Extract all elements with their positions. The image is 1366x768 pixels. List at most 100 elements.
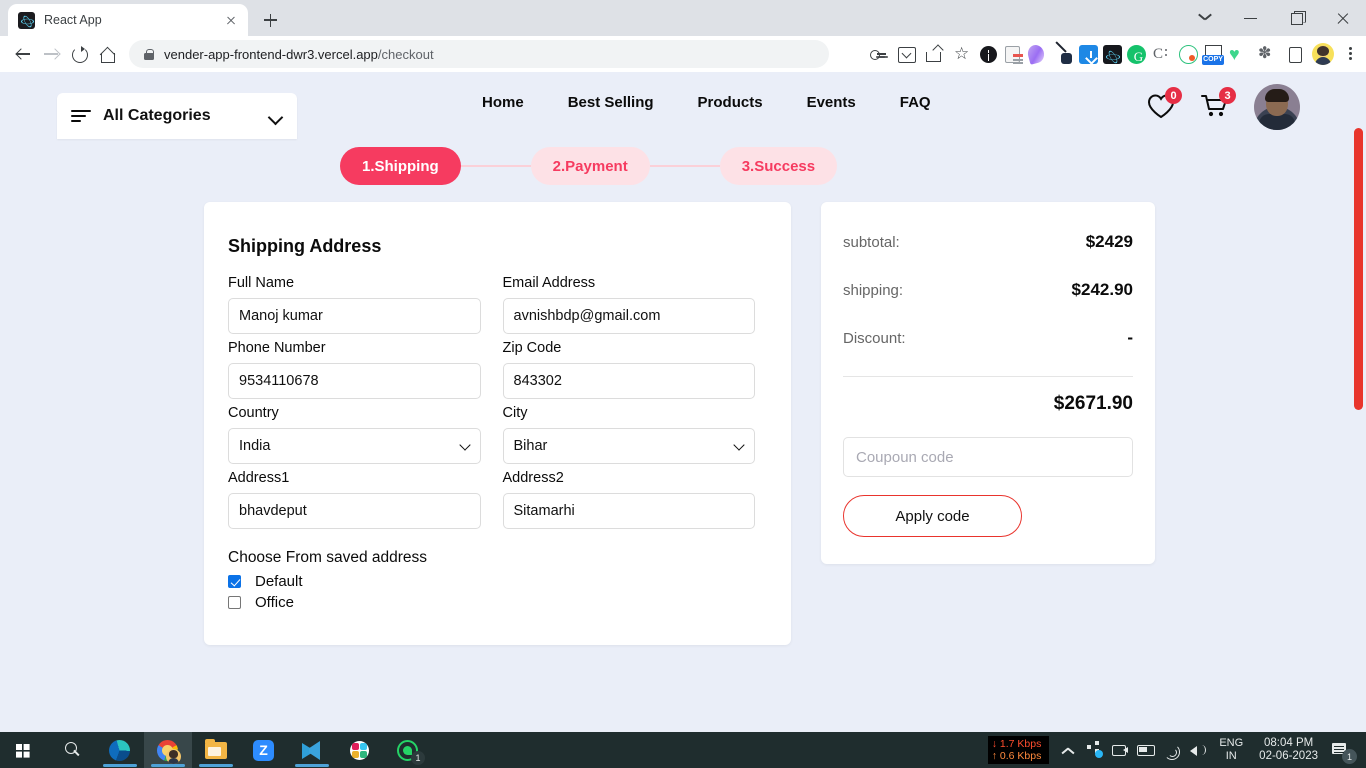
label-city: City xyxy=(502,405,528,421)
bitwarden-icon[interactable] xyxy=(979,45,997,63)
label-email: Email Address xyxy=(502,275,596,291)
grammarly-icon[interactable] xyxy=(1126,44,1151,69)
address2-input[interactable] xyxy=(502,493,755,529)
country-select-wrapper: India xyxy=(228,428,481,464)
chrome-profile-avatar[interactable] xyxy=(1312,43,1334,65)
address1-input[interactable] xyxy=(228,493,481,529)
step-success[interactable]: 3.Success xyxy=(719,147,838,185)
address-bar[interactable]: vender-app-frontend-dwr3.vercel.app/chec… xyxy=(129,40,829,68)
wishlist-button[interactable]: 0 xyxy=(1146,87,1182,122)
volume-icon[interactable] xyxy=(1185,732,1211,768)
windows-taskbar: 1 ↓ 1.7 Kbps ↑ 0.6 Kbps ENG IN 08:04 PM … xyxy=(0,732,1366,768)
clock[interactable]: 08:04 PM 02-06-2023 xyxy=(1251,737,1326,763)
full-name-input[interactable] xyxy=(228,298,481,334)
page-scrollbar-thumb[interactable] xyxy=(1354,128,1363,410)
clipboard-icon[interactable] xyxy=(1150,42,1174,66)
cart-button[interactable]: 3 xyxy=(1200,87,1236,122)
phone-input[interactable] xyxy=(228,363,481,399)
clock-date: 02-06-2023 xyxy=(1259,750,1318,762)
summary-divider xyxy=(843,376,1133,377)
web-page: All Categories Home Best Selling Product… xyxy=(0,72,1366,732)
page-scrollbar[interactable] xyxy=(1350,72,1366,732)
share-icon[interactable] xyxy=(920,40,948,68)
saved-address-item-default[interactable]: Default xyxy=(228,573,759,590)
browser-tab[interactable]: React App xyxy=(8,4,248,36)
target-icon[interactable] xyxy=(1178,44,1198,64)
user-avatar[interactable] xyxy=(1254,84,1300,130)
language-indicator[interactable]: ENG IN xyxy=(1211,737,1251,763)
nav-item-faq[interactable]: FAQ xyxy=(878,94,953,111)
city-select[interactable]: Bihar xyxy=(502,428,755,464)
system-tray: ↓ 1.7 Kbps ↑ 0.6 Kbps ENG IN 08:04 PM 02… xyxy=(987,732,1366,768)
notification-badge: 1 xyxy=(1342,749,1357,764)
step-shipping[interactable]: 1.Shipping xyxy=(340,147,461,185)
download-icon[interactable] xyxy=(1078,44,1098,64)
key-icon[interactable] xyxy=(864,40,892,68)
start-icon[interactable] xyxy=(0,732,48,768)
camera-icon[interactable] xyxy=(1107,732,1133,768)
nav-item-events[interactable]: Events xyxy=(785,94,878,111)
copy-icon[interactable] xyxy=(1201,43,1224,65)
file-explorer-taskbar-icon[interactable] xyxy=(192,732,240,768)
heart-green-icon[interactable] xyxy=(1226,42,1250,66)
vscode-taskbar-icon[interactable] xyxy=(288,732,336,768)
url-text: vender-app-frontend-dwr3.vercel.app/chec… xyxy=(164,47,434,62)
reload-icon[interactable] xyxy=(65,40,93,68)
coupon-input[interactable] xyxy=(843,437,1133,477)
country-select[interactable]: India xyxy=(228,428,481,464)
close-window-button[interactable] xyxy=(1320,0,1366,36)
slack-taskbar-icon[interactable] xyxy=(336,732,384,768)
notes-icon[interactable] xyxy=(1004,45,1023,63)
close-tab-icon[interactable] xyxy=(222,11,240,29)
minimize-button[interactable] xyxy=(1228,0,1274,36)
install-icon[interactable] xyxy=(892,40,920,68)
apply-code-button[interactable]: Apply code xyxy=(843,495,1022,537)
step-payment[interactable]: 2.Payment xyxy=(530,147,650,185)
network-speed-widget[interactable]: ↓ 1.7 Kbps ↑ 0.6 Kbps xyxy=(987,736,1050,764)
zip-input[interactable] xyxy=(502,363,755,399)
field-city: City Bihar xyxy=(499,405,760,464)
shipping-address-title: Shipping Address xyxy=(228,236,382,256)
chrome-menu-icon[interactable] xyxy=(1338,40,1362,68)
purple-blob-icon[interactable] xyxy=(1025,43,1047,65)
all-categories-dropdown[interactable]: All Categories xyxy=(57,93,297,139)
site-header: All Categories Home Best Selling Product… xyxy=(0,72,1366,139)
wifi-icon[interactable] xyxy=(1159,732,1185,768)
default-address-checkbox[interactable] xyxy=(228,575,241,588)
network-share-icon[interactable] xyxy=(1081,732,1107,768)
nav-item-home[interactable]: Home xyxy=(460,94,546,111)
back-icon[interactable] xyxy=(9,40,37,68)
nav-item-best-selling[interactable]: Best Selling xyxy=(546,94,676,111)
new-tab-button[interactable] xyxy=(256,7,284,33)
edge-taskbar-icon[interactable] xyxy=(96,732,144,768)
label-address2: Address2 xyxy=(502,470,564,486)
react-devtools-icon[interactable] xyxy=(1102,44,1122,64)
search-icon[interactable] xyxy=(48,732,96,768)
screen: React App vender-app-frontend-dwr3.verce… xyxy=(0,0,1366,768)
whatsapp-taskbar-icon[interactable]: 1 xyxy=(384,732,432,768)
puzzle-icon[interactable] xyxy=(1254,42,1278,66)
office-address-checkbox[interactable] xyxy=(228,596,241,609)
zoom-taskbar-icon[interactable] xyxy=(240,732,288,768)
maximize-button[interactable] xyxy=(1274,0,1320,36)
form-row: Address1 Address2 xyxy=(224,470,759,529)
shipping-label: shipping: xyxy=(843,282,904,299)
home-icon[interactable] xyxy=(93,40,121,68)
bookmark-star-icon[interactable] xyxy=(948,40,976,68)
chrome-taskbar-icon[interactable] xyxy=(144,732,192,768)
saved-address-item-office[interactable]: Office xyxy=(228,594,759,611)
tab-search-chevron-icon[interactable] xyxy=(1182,0,1228,36)
summary-row-discount: Discount: - xyxy=(843,328,1133,348)
forward-icon xyxy=(37,40,65,68)
side-panel-icon[interactable] xyxy=(1282,42,1306,66)
show-hidden-icons-chevron[interactable] xyxy=(1055,732,1081,768)
language-line-1: ENG xyxy=(1219,737,1244,749)
nav-item-products[interactable]: Products xyxy=(676,94,785,111)
battery-icon[interactable] xyxy=(1133,732,1159,768)
notifications-icon[interactable]: 1 xyxy=(1326,732,1360,768)
email-input[interactable] xyxy=(502,298,755,334)
summary-total-value: $2671.90 xyxy=(1053,393,1133,414)
label-full-name: Full Name xyxy=(228,275,295,291)
url-domain: vender-app-frontend-dwr3.vercel.app xyxy=(164,46,378,62)
pen-icon[interactable] xyxy=(1050,42,1074,66)
